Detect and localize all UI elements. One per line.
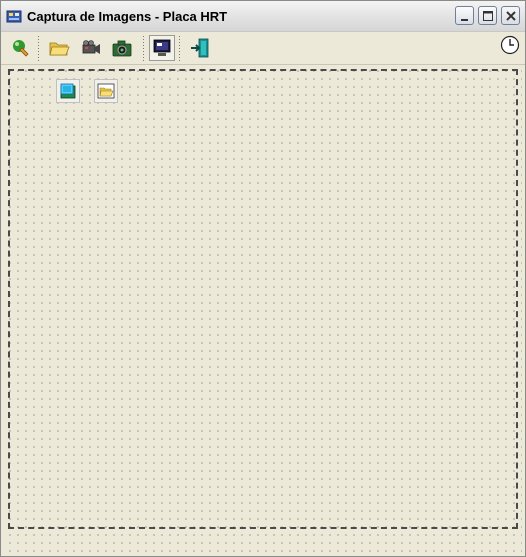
panel-frame[interactable] bbox=[8, 69, 518, 529]
image-component[interactable] bbox=[56, 79, 80, 103]
close-button[interactable] bbox=[501, 6, 520, 25]
toolbar-grip[interactable] bbox=[142, 35, 145, 61]
open-folder-button[interactable] bbox=[46, 35, 72, 61]
open-dialog-component-icon bbox=[97, 83, 115, 99]
plugin-button[interactable] bbox=[7, 35, 33, 61]
image-component-icon bbox=[60, 83, 76, 99]
toolbar bbox=[1, 32, 525, 65]
photo-camera-button[interactable] bbox=[109, 35, 135, 61]
window-title: Captura de Imagens - Placa HRT bbox=[27, 9, 228, 24]
form-design-canvas[interactable] bbox=[4, 65, 522, 554]
maximize-icon bbox=[483, 11, 493, 21]
open-folder-icon bbox=[49, 42, 70, 56]
plugin-icon bbox=[13, 40, 29, 57]
minimize-button[interactable] bbox=[455, 6, 474, 25]
exit-door-icon bbox=[191, 38, 209, 58]
toolbar-grip[interactable] bbox=[178, 35, 181, 61]
monitor-icon bbox=[153, 39, 171, 56]
close-icon bbox=[506, 11, 516, 21]
maximize-button[interactable] bbox=[478, 6, 497, 25]
video-camera-icon bbox=[82, 40, 100, 54]
monitor-button[interactable] bbox=[149, 35, 175, 61]
app-window: Captura de Imagens - Placa HRT bbox=[0, 0, 526, 557]
video-camera-button[interactable] bbox=[78, 35, 104, 61]
title-bar[interactable]: Captura de Imagens - Placa HRT bbox=[1, 1, 525, 32]
photo-camera-icon bbox=[112, 40, 132, 57]
app-icon bbox=[6, 10, 22, 23]
clock-icon[interactable] bbox=[499, 34, 521, 56]
open-dialog-component[interactable] bbox=[94, 79, 118, 103]
exit-button[interactable] bbox=[187, 35, 213, 61]
toolbar-grip[interactable] bbox=[37, 35, 40, 61]
minimize-icon bbox=[461, 19, 468, 21]
